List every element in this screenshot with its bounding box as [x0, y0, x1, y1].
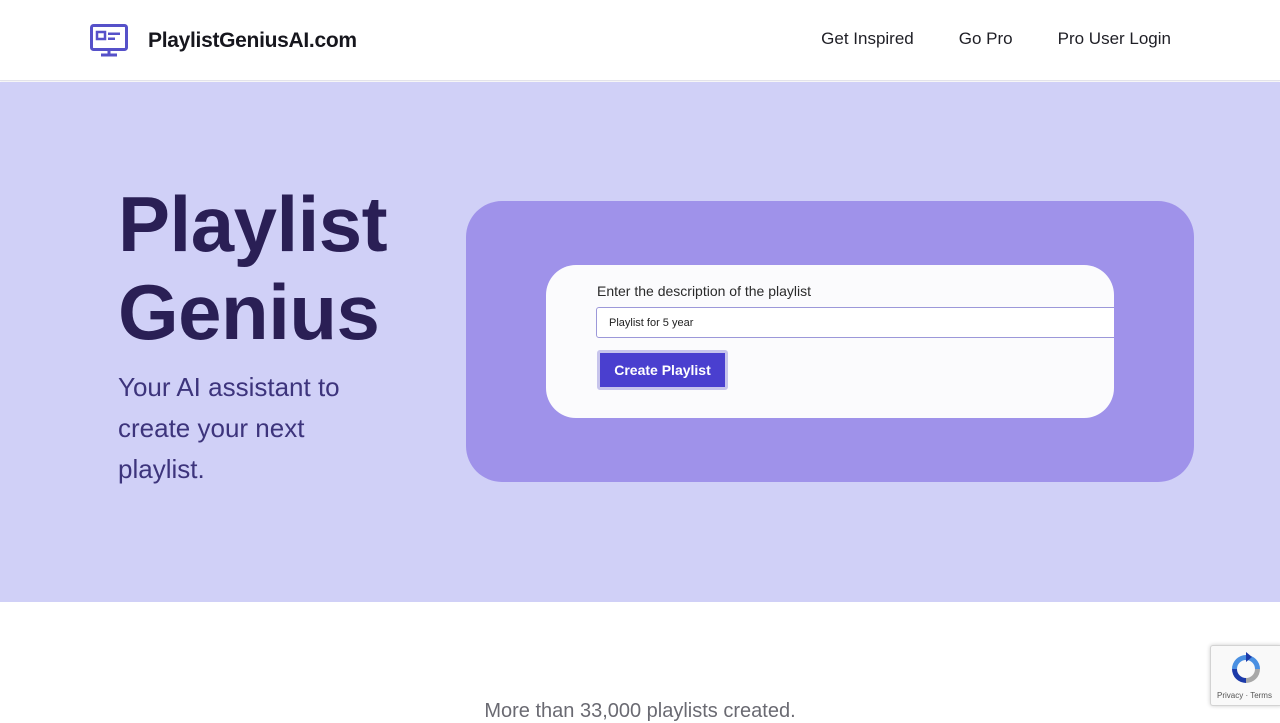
recaptcha-badge[interactable]: Privacy · Terms	[1210, 645, 1280, 706]
demo-panel: Enter the description of the playlist Cr…	[466, 201, 1194, 482]
playlist-form-card: Enter the description of the playlist Cr…	[546, 265, 1114, 418]
hero-title-line-1: Playlist	[118, 180, 388, 268]
nav-get-inspired-link[interactable]: Get Inspired	[821, 29, 914, 49]
hero-subtitle: Your AI assistant to create your next pl…	[118, 372, 340, 484]
hero-title-line-2: Genius	[118, 268, 380, 356]
nav-pro-user-login-link[interactable]: Pro User Login	[1058, 29, 1171, 49]
hero-title: Playlist Genius	[118, 180, 388, 356]
brand-home-link[interactable]: PlaylistGeniusAI.com	[90, 24, 357, 58]
monitor-icon	[90, 24, 128, 57]
nav-go-pro-link[interactable]: Go Pro	[959, 29, 1013, 49]
create-playlist-button[interactable]: Create Playlist	[597, 350, 728, 390]
recaptcha-icon	[1232, 652, 1260, 683]
recaptcha-privacy-terms-links[interactable]: Privacy · Terms	[1217, 691, 1272, 700]
hero-section: Playlist Genius Your AI assistant to cre…	[0, 82, 1280, 602]
brand-name: PlaylistGeniusAI.com	[148, 29, 357, 52]
playlist-description-input[interactable]	[596, 307, 1114, 338]
main-nav: Get Inspired Go Pro Pro User Login	[821, 29, 1171, 49]
playlist-description-label: Enter the description of the playlist	[597, 283, 812, 299]
top-navbar: PlaylistGeniusAI.com Get Inspired Go Pro…	[0, 0, 1280, 81]
